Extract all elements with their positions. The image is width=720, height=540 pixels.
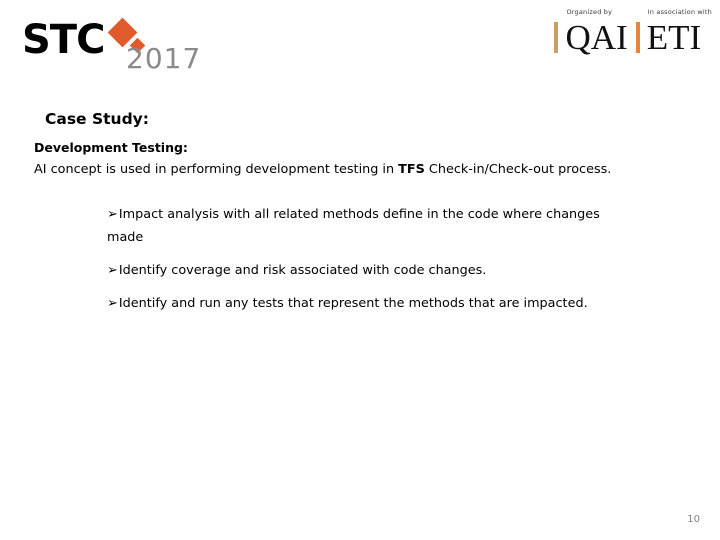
arrow-bullet-icon: ➢ [107, 263, 118, 278]
list-item: ➢Impact analysis with all related method… [107, 203, 617, 249]
arrow-bullet-icon: ➢ [107, 296, 118, 311]
lead-emphasis-tfs: TFS [398, 162, 425, 177]
development-testing-subhead: Development Testing: [34, 140, 188, 155]
lead-paragraph: AI concept is used in performing develop… [34, 160, 674, 179]
lead-text-before: AI concept is used in performing develop… [34, 162, 399, 177]
list-item-label: Identify coverage and risk associated wi… [118, 263, 487, 278]
arrow-bullet-icon: ➢ [107, 207, 118, 222]
slide: STC 2017 Organized by QAI In association… [0, 0, 720, 540]
list-item-label: Identify and run any tests that represen… [118, 296, 588, 311]
page-number: 10 [687, 514, 700, 525]
bullet-list: ➢Impact analysis with all related method… [107, 203, 617, 315]
list-item: ➢Identify coverage and risk associated w… [107, 259, 617, 282]
list-item-label: Impact analysis with all related methods… [107, 207, 600, 245]
slide-content: Case Study: Development Testing: AI conc… [0, 0, 720, 540]
list-item: ➢Identify and run any tests that represe… [107, 292, 617, 315]
case-study-title: Case Study: [45, 110, 149, 128]
lead-text-after: Check-in/Check-out process. [424, 162, 612, 177]
